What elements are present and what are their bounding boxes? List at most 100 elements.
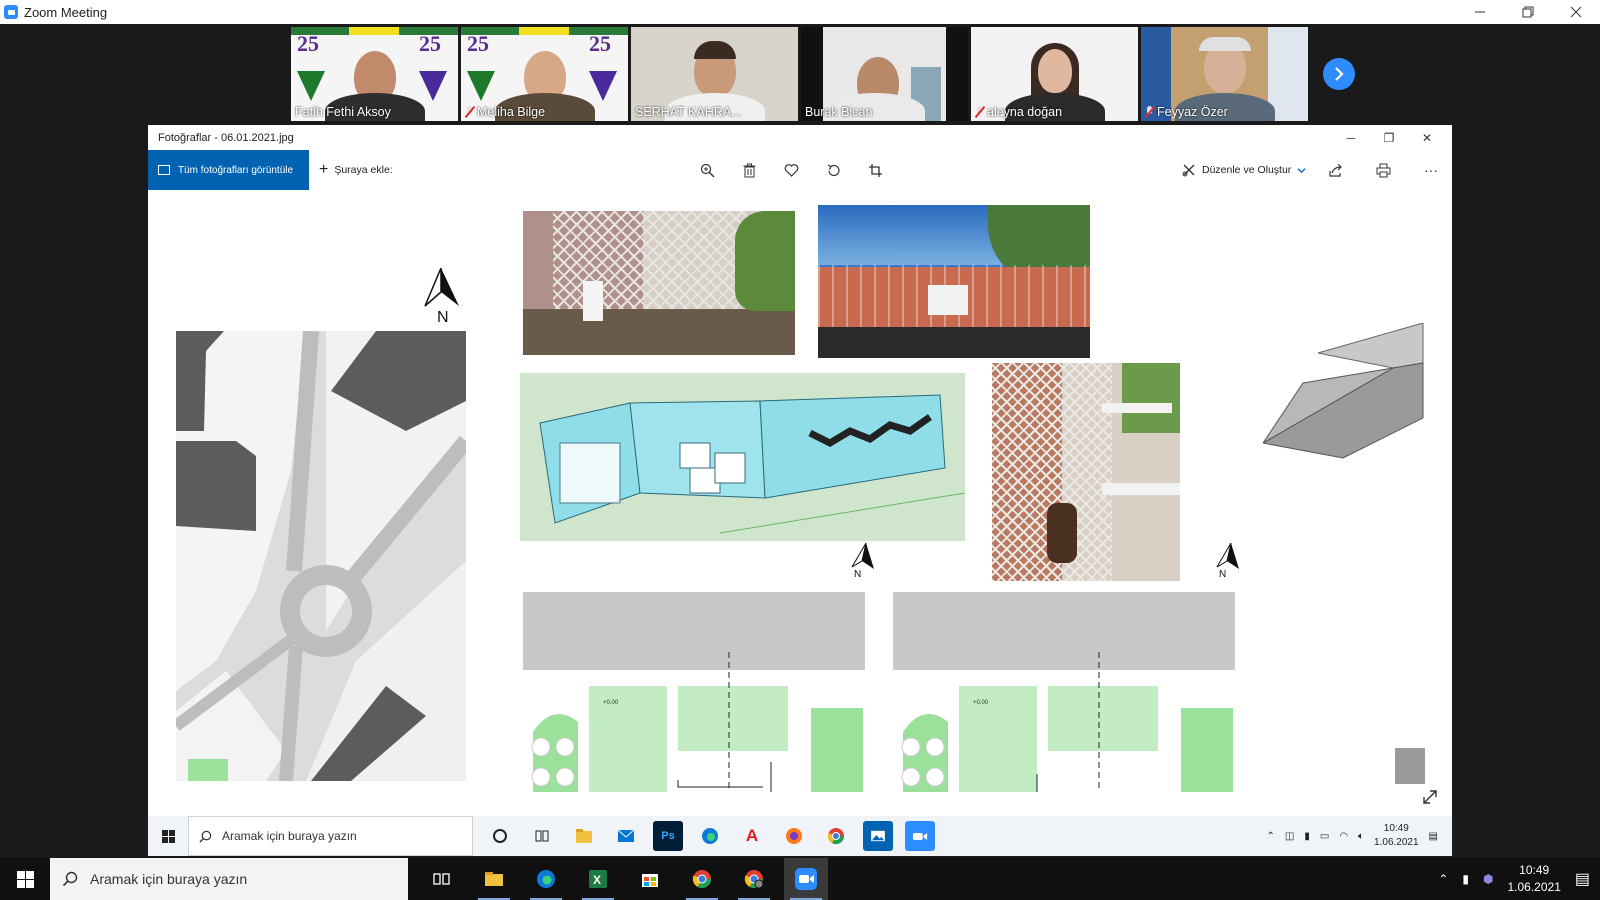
mail-icon[interactable] bbox=[611, 821, 641, 851]
rotate-icon bbox=[827, 163, 840, 176]
volume-icon[interactable]: 🔈︎ bbox=[1358, 831, 1364, 842]
add-to-label: Şuraya ekle: bbox=[334, 164, 393, 176]
share-button[interactable] bbox=[1324, 159, 1346, 181]
edit-create-dropdown[interactable]: Düzenle ve Oluştur bbox=[1182, 150, 1306, 190]
window-title: Zoom Meeting bbox=[24, 4, 108, 20]
trash-icon bbox=[743, 163, 755, 177]
firefox-icon[interactable] bbox=[779, 821, 809, 851]
outer-clock[interactable]: 10:49 1.06.2021 bbox=[1507, 862, 1560, 896]
windows-icon bbox=[16, 870, 34, 888]
chrome-icon[interactable] bbox=[821, 821, 851, 851]
minimize-button[interactable] bbox=[1456, 0, 1504, 24]
favorite-button[interactable] bbox=[780, 159, 802, 181]
edge-icon[interactable] bbox=[524, 858, 568, 900]
teams-icon[interactable]: ⬢ bbox=[1483, 872, 1493, 886]
zoom-in-button[interactable] bbox=[696, 159, 718, 181]
task-view-icon[interactable] bbox=[527, 821, 557, 851]
floor-plan-1: +0.00 bbox=[523, 592, 865, 792]
photo-canvas: N N N +0.00 +0.00 bbox=[148, 190, 1452, 816]
search-placeholder: Aramak için buraya yazın bbox=[222, 829, 357, 843]
task-view-icon[interactable] bbox=[420, 858, 464, 900]
battery-icon[interactable]: ▭ bbox=[1320, 831, 1329, 842]
gray-swatch bbox=[1395, 748, 1425, 784]
participant-tile[interactable]: aleyna doğan bbox=[971, 27, 1138, 121]
participant-tile[interactable]: 25 25 Meliha Bilge bbox=[461, 27, 628, 121]
view-all-label: Tüm fotoğrafları görüntüle bbox=[178, 164, 294, 176]
svg-text:+0.00: +0.00 bbox=[603, 700, 619, 706]
zoom-app-icon[interactable] bbox=[784, 858, 828, 900]
windows-taskbar: Aramak için buraya yazın X ⌃ ▮ ⬢ 10:49 1… bbox=[0, 858, 1600, 900]
svg-text:N: N bbox=[1219, 569, 1226, 579]
print-button[interactable] bbox=[1372, 159, 1394, 181]
rotate-button[interactable] bbox=[822, 159, 844, 181]
participant-tile[interactable]: Burak Bican bbox=[801, 27, 968, 121]
taskbar-search[interactable]: Aramak için buraya yazın bbox=[50, 858, 408, 900]
outer-time: 10:49 bbox=[1519, 863, 1550, 877]
shared-screen-taskbar: Aramak için buraya yazın Ps A ⌃ ◫ ▮ ▭ ◠ … bbox=[148, 816, 1452, 856]
zoom-app-icon[interactable] bbox=[905, 821, 935, 851]
participant-tile[interactable]: 25 25 Fatih Fethi Aksoy bbox=[291, 27, 458, 121]
participant-tile-active-speaker[interactable]: SERHAT KAHRA... bbox=[631, 27, 798, 121]
heart-icon bbox=[784, 163, 798, 177]
notification-icon[interactable]: ▤ bbox=[1575, 869, 1590, 889]
svg-text:+0.00: +0.00 bbox=[973, 700, 989, 706]
poster-number: 25 bbox=[467, 31, 489, 56]
participant-strip: 25 25 Fatih Fethi Aksoy 25 25 Meliha Bil… bbox=[291, 27, 1308, 121]
chevron-up-icon[interactable]: ⌃ bbox=[1438, 872, 1448, 886]
crop-button[interactable] bbox=[864, 159, 886, 181]
start-button[interactable] bbox=[148, 816, 188, 856]
inner-date: 1.06.2021 bbox=[1374, 837, 1419, 848]
site-plan-map bbox=[176, 331, 466, 781]
chrome-profile-icon[interactable] bbox=[732, 858, 776, 900]
zoom-logo-icon bbox=[4, 5, 18, 19]
muted-mic-icon bbox=[1145, 106, 1154, 118]
wifi-icon[interactable]: ◠ bbox=[1339, 831, 1348, 842]
participant-tile[interactable]: Feyyaz Özer bbox=[1141, 27, 1308, 121]
muted-mic-icon bbox=[975, 106, 984, 118]
poster-number: 25 bbox=[419, 31, 441, 56]
participant-name: Feyyaz Özer bbox=[1157, 105, 1228, 119]
store-icon[interactable] bbox=[628, 858, 672, 900]
microphone-icon[interactable]: ▮ bbox=[1304, 831, 1310, 842]
cortana-icon[interactable] bbox=[485, 821, 515, 851]
edge-icon[interactable] bbox=[695, 821, 725, 851]
add-to-button[interactable]: + Şuraya ekle: bbox=[319, 162, 393, 178]
excel-icon[interactable]: X bbox=[576, 858, 620, 900]
zoom-meeting-area: 25 25 Fatih Fethi Aksoy 25 25 Meliha Bil… bbox=[0, 24, 1600, 858]
network-icon[interactable]: ◫ bbox=[1285, 831, 1294, 842]
next-participants-button[interactable] bbox=[1323, 58, 1355, 90]
crop-icon bbox=[868, 163, 882, 177]
chrome-icon[interactable] bbox=[680, 858, 724, 900]
view-all-photos-button[interactable]: Tüm fotoğrafları görüntüle bbox=[148, 150, 309, 190]
photos-minimize-button[interactable]: ─ bbox=[1332, 125, 1370, 150]
chevron-up-icon[interactable]: ⌃ bbox=[1267, 831, 1275, 842]
file-explorer-icon[interactable] bbox=[472, 858, 516, 900]
notification-icon[interactable]: ▤ bbox=[1429, 831, 1438, 842]
search-icon bbox=[62, 871, 78, 887]
taskbar-search[interactable]: Aramak için buraya yazın bbox=[188, 816, 473, 856]
poster-number: 25 bbox=[589, 31, 611, 56]
restore-button[interactable] bbox=[1504, 0, 1552, 24]
inner-clock[interactable]: 10:49 1.06.2021 bbox=[1374, 822, 1419, 850]
3d-module-model bbox=[520, 373, 965, 541]
photos-app-icon[interactable] bbox=[863, 821, 893, 851]
file-explorer-icon[interactable] bbox=[569, 821, 599, 851]
axonometric-mass bbox=[1263, 323, 1424, 459]
expand-icon[interactable] bbox=[1421, 788, 1439, 806]
photos-close-button[interactable]: ✕ bbox=[1408, 125, 1446, 150]
close-button[interactable] bbox=[1552, 0, 1600, 24]
acrobat-icon[interactable]: A bbox=[737, 821, 767, 851]
north-arrow-icon: N bbox=[424, 268, 459, 324]
courtyard-photo-2 bbox=[818, 205, 1090, 358]
delete-button[interactable] bbox=[738, 159, 760, 181]
photos-restore-button[interactable]: ❐ bbox=[1370, 125, 1408, 150]
photoshop-icon[interactable]: Ps bbox=[653, 821, 683, 851]
windows-icon bbox=[161, 829, 175, 843]
north-arrow-icon: N bbox=[1216, 543, 1239, 579]
more-icon: ··· bbox=[1424, 162, 1438, 178]
picture-icon bbox=[158, 165, 170, 175]
microphone-icon[interactable]: ▮ bbox=[1462, 872, 1469, 886]
svg-text:N: N bbox=[437, 309, 449, 324]
more-options-button[interactable]: ··· bbox=[1420, 159, 1442, 181]
start-button[interactable] bbox=[0, 858, 50, 900]
